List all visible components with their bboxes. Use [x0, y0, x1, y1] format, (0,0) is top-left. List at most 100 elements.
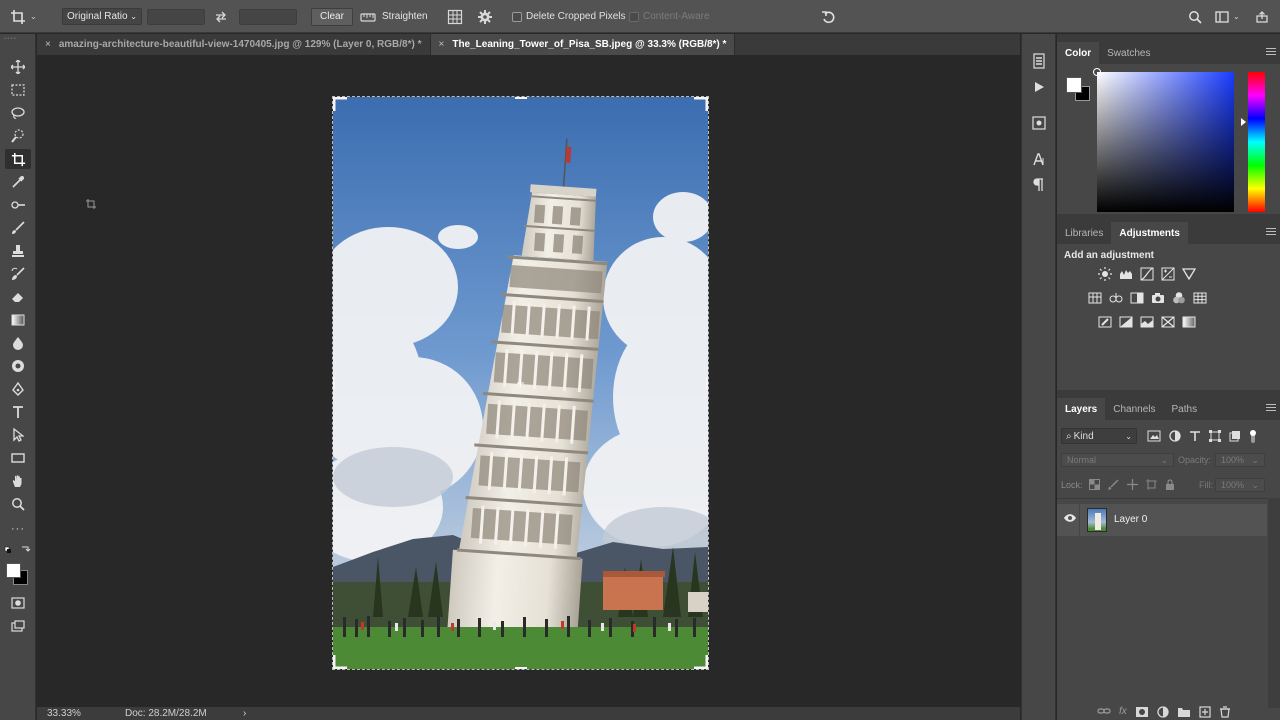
swap-icon[interactable]	[214, 0, 228, 33]
close-icon[interactable]: ×	[45, 39, 51, 50]
document-image[interactable]	[332, 96, 709, 670]
blur-tool-icon[interactable]	[5, 333, 31, 353]
delete-cropped-checkbox[interactable]	[512, 11, 522, 22]
gradient-tool-icon[interactable]	[5, 310, 31, 330]
new-layer-icon[interactable]	[1199, 706, 1211, 720]
brush-tool-icon[interactable]	[5, 218, 31, 238]
exposure-icon[interactable]	[1160, 266, 1176, 282]
tab-channels[interactable]: Channels	[1105, 398, 1163, 420]
layer-name[interactable]: Layer 0	[1114, 514, 1147, 525]
layers-scrollbar[interactable]	[1268, 498, 1280, 708]
eraser-tool-icon[interactable]	[5, 287, 31, 307]
zoom-tool-icon[interactable]	[5, 494, 31, 514]
photo-filter-icon[interactable]	[1150, 290, 1166, 306]
levels-icon[interactable]	[1118, 266, 1134, 282]
layer-filter-kind-select[interactable]: ⌕ Kind ⌄	[1061, 428, 1137, 444]
dodge-tool-icon[interactable]	[5, 356, 31, 376]
panel-menu-icon[interactable]	[1266, 404, 1276, 413]
marquee-tool-icon[interactable]	[5, 80, 31, 100]
move-tool-icon[interactable]	[5, 57, 31, 77]
history-brush-tool-icon[interactable]	[5, 264, 31, 284]
panel-menu-icon[interactable]	[1266, 228, 1276, 237]
add-mask-icon[interactable]	[1135, 706, 1149, 720]
shape-filter-icon[interactable]	[1209, 430, 1221, 447]
foreground-color-swatch[interactable]	[6, 563, 21, 578]
tab-paths[interactable]: Paths	[1164, 398, 1206, 420]
pixel-filter-icon[interactable]	[1147, 430, 1161, 447]
healing-brush-tool-icon[interactable]	[5, 195, 31, 215]
delete-cropped-option[interactable]: Delete Cropped Pixels	[512, 0, 626, 33]
reset-icon[interactable]	[821, 0, 837, 33]
tab-layers[interactable]: Layers	[1057, 398, 1106, 420]
hue-slider[interactable]	[1241, 72, 1265, 212]
new-adjustment-layer-icon[interactable]	[1157, 706, 1169, 720]
lasso-tool-icon[interactable]	[5, 103, 31, 123]
link-layers-icon[interactable]	[1097, 706, 1111, 720]
layer-row[interactable]: Layer 0	[1057, 504, 1267, 536]
close-icon[interactable]: ×	[439, 39, 445, 50]
quick-mask-icon[interactable]	[5, 593, 31, 613]
zoom-level[interactable]: 33.33%	[47, 708, 81, 719]
status-menu-arrow-icon[interactable]: ›	[243, 708, 246, 719]
search-icon[interactable]	[1188, 0, 1202, 33]
adjustment-filter-icon[interactable]	[1169, 430, 1181, 447]
path-selection-tool-icon[interactable]	[5, 425, 31, 445]
ratio-select[interactable]: Original Ratio ⌄	[62, 8, 142, 25]
gear-icon[interactable]	[478, 0, 492, 33]
tab-color[interactable]: Color	[1057, 42, 1100, 64]
swap-colors-icon[interactable]	[4, 545, 32, 558]
clear-button[interactable]: Clear	[311, 7, 353, 26]
smart-object-filter-icon[interactable]	[1229, 430, 1241, 447]
threshold-icon[interactable]	[1139, 314, 1155, 330]
panel-menu-icon[interactable]	[1266, 48, 1276, 57]
panel-grip[interactable]	[1057, 390, 1280, 398]
vibrance-icon[interactable]	[1181, 266, 1197, 282]
color-field[interactable]	[1093, 68, 1234, 212]
selective-color-icon[interactable]	[1160, 314, 1176, 330]
panel-grip[interactable]	[1057, 34, 1280, 42]
properties-panel-icon[interactable]	[1029, 114, 1049, 132]
color-panel-swatches[interactable]	[1065, 76, 1091, 102]
posterize-icon[interactable]	[1118, 314, 1134, 330]
hue-slider-handle[interactable]	[1241, 118, 1246, 126]
workspace-switcher[interactable]: ⌄	[1215, 0, 1240, 33]
foreground-color-swatch[interactable]	[1066, 77, 1082, 93]
lock-transparent-icon[interactable]	[1089, 479, 1100, 493]
new-group-icon[interactable]	[1177, 706, 1191, 720]
channel-mixer-icon[interactable]	[1171, 290, 1187, 306]
crop-tool-icon[interactable]	[5, 149, 31, 169]
overlay-grid-icon[interactable]	[447, 0, 463, 33]
more-tools-icon[interactable]: ···	[5, 519, 31, 539]
layer-style-fx-icon[interactable]: fx	[1119, 706, 1127, 720]
height-field[interactable]	[239, 8, 297, 25]
tab-document-1[interactable]: × amazing-architecture-beautiful-view-14…	[37, 34, 431, 55]
lock-position-icon[interactable]	[1127, 479, 1138, 493]
straighten-button[interactable]: Straighten	[360, 0, 428, 33]
curves-icon[interactable]	[1139, 266, 1155, 282]
actions-play-icon[interactable]	[1029, 78, 1049, 96]
delete-layer-icon[interactable]	[1219, 706, 1231, 720]
share-icon[interactable]	[1256, 0, 1268, 33]
screen-mode-icon[interactable]	[5, 616, 31, 636]
filter-toggle-icon[interactable]	[1249, 430, 1257, 447]
lock-pixels-icon[interactable]	[1108, 479, 1119, 493]
quick-selection-tool-icon[interactable]	[5, 126, 31, 146]
lock-all-icon[interactable]	[1165, 479, 1175, 493]
color-swatches[interactable]	[5, 562, 31, 586]
eye-icon[interactable]	[1063, 513, 1077, 526]
hue-saturation-icon[interactable]	[1087, 290, 1103, 306]
tab-swatches[interactable]: Swatches	[1099, 42, 1158, 64]
color-lookup-icon[interactable]	[1192, 290, 1208, 306]
gradient-map-icon[interactable]	[1181, 314, 1197, 330]
tab-libraries[interactable]: Libraries	[1057, 222, 1111, 244]
tool-preset-picker[interactable]: ⌄	[10, 0, 50, 33]
tab-document-2[interactable]: × The_Leaning_Tower_of_Pisa_SB.jpeg @ 33…	[430, 34, 736, 55]
hand-tool-icon[interactable]	[5, 471, 31, 491]
tab-adjustments[interactable]: Adjustments	[1111, 222, 1188, 244]
toolbar-grip[interactable]: ▪▪▪▪	[4, 36, 32, 42]
brightness-contrast-icon[interactable]	[1097, 266, 1113, 282]
lock-artboard-icon[interactable]	[1146, 479, 1157, 493]
panel-grip[interactable]	[1057, 214, 1280, 222]
color-picker-ring[interactable]	[1093, 68, 1101, 76]
invert-icon[interactable]	[1097, 314, 1113, 330]
